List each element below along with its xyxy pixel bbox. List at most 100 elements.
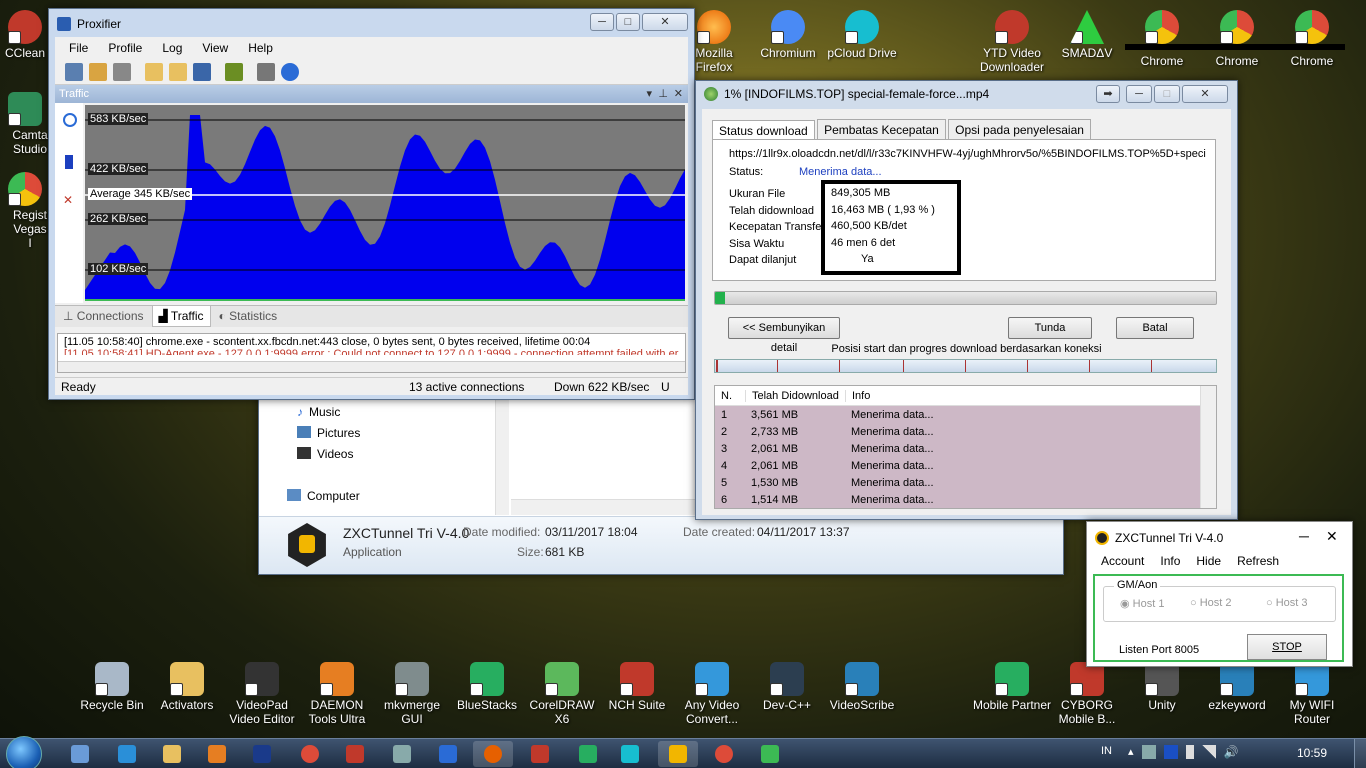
panel-close-icon[interactable]: ✕ bbox=[674, 85, 683, 103]
tray-volume-icon[interactable]: 🔊 bbox=[1224, 745, 1239, 759]
toolbar-open-profile-icon[interactable] bbox=[169, 62, 187, 81]
proxifier-maximize-button[interactable]: □ bbox=[616, 13, 640, 31]
taskbar-photoshop-button[interactable] bbox=[242, 741, 282, 767]
refresh-icon[interactable] bbox=[63, 113, 77, 127]
idm-arrow-button[interactable]: ➡ bbox=[1096, 85, 1120, 103]
nav-item-pictures[interactable]: Pictures bbox=[297, 426, 360, 440]
taskbar-idm-button[interactable] bbox=[568, 741, 608, 767]
desktop-icon-cyborg[interactable]: CYBORG Mobile B... bbox=[1047, 662, 1127, 726]
taskbar-chrome-button[interactable] bbox=[704, 741, 744, 767]
desktop-icon-videopad[interactable]: VideoPad Video Editor bbox=[222, 662, 302, 726]
tray-monitor-icon[interactable] bbox=[1163, 745, 1178, 759]
desktop-icon-pcloud[interactable]: pCloud Drive bbox=[822, 10, 902, 60]
table-row[interactable]: 6 1,514 MB Menerima data... bbox=[715, 491, 1200, 508]
show-desktop-button[interactable] bbox=[1354, 739, 1366, 768]
taskbar-pcloud-button[interactable] bbox=[610, 741, 650, 767]
panel-dropdown-icon[interactable]: ▾ bbox=[646, 85, 652, 103]
desktop-icon-chrome-1[interactable]: Chrome bbox=[1122, 10, 1202, 68]
taskbar-folder-button[interactable] bbox=[152, 741, 192, 767]
zxc-menu-info[interactable]: Info bbox=[1160, 554, 1180, 572]
tray-network-icon[interactable] bbox=[1141, 745, 1156, 759]
toolbar-log-icon[interactable] bbox=[225, 62, 243, 81]
taskbar-globe-button[interactable] bbox=[750, 741, 790, 767]
desktop-icon-any-video-converter[interactable]: Any Video Convert... bbox=[672, 662, 752, 726]
idm-minimize-button[interactable]: ─ bbox=[1126, 85, 1152, 103]
desktop-icon-recycle-bin[interactable]: Recycle Bin bbox=[72, 662, 152, 712]
host1-radio[interactable]: ◉ Host 1 bbox=[1120, 597, 1164, 610]
desktop-icon-wifi-router[interactable]: My WIFI Router bbox=[1272, 662, 1352, 726]
proxifier-close-button[interactable]: ✕ bbox=[642, 13, 688, 31]
menu-log[interactable]: Log bbox=[162, 41, 182, 55]
desktop-icon-coreldraw[interactable]: CorelDRAW X6 bbox=[522, 662, 602, 726]
tab-completion-options[interactable]: Opsi pada penyelesaian bbox=[948, 119, 1091, 140]
desktop-icon-daemon-tools[interactable]: DAEMON Tools Ultra bbox=[297, 662, 377, 726]
taskbar-zxc-button[interactable] bbox=[520, 741, 560, 767]
zxc-minimize-button[interactable]: ─ bbox=[1299, 528, 1309, 544]
nav-scrollbar[interactable] bbox=[495, 393, 509, 515]
hide-details-button[interactable]: << Sembunyikan detail bbox=[728, 317, 840, 354]
desktop-icon-devcpp[interactable]: Dev-C++ bbox=[747, 662, 827, 712]
tab-statistics[interactable]: ◐ Statistics bbox=[211, 306, 286, 327]
desktop-icon-mobile-partner[interactable]: Mobile Partner bbox=[972, 662, 1052, 712]
table-row[interactable]: 1 3,561 MB Menerima data... bbox=[715, 406, 1200, 423]
menu-profile[interactable]: Profile bbox=[108, 41, 142, 55]
desktop-icon-chrome-2[interactable]: Chrome bbox=[1197, 10, 1277, 68]
desktop-icon-chrome-3[interactable]: Chrome bbox=[1272, 10, 1352, 68]
toolbar-rules-icon[interactable] bbox=[89, 62, 107, 81]
tab-connections[interactable]: ⊥ Connections bbox=[55, 306, 152, 327]
taskbar-zxctunnel-button[interactable] bbox=[658, 741, 698, 767]
tray-signal-icon[interactable] bbox=[1201, 745, 1216, 759]
table-row[interactable]: 4 2,061 MB Menerima data... bbox=[715, 457, 1200, 474]
table-row[interactable]: 5 1,530 MB Menerima data... bbox=[715, 474, 1200, 491]
stop-button[interactable]: STOP bbox=[1247, 634, 1327, 660]
toolbar-save-icon[interactable] bbox=[193, 62, 211, 81]
taskbar-network-button[interactable] bbox=[382, 741, 422, 767]
nav-item-music[interactable]: ♪ Music bbox=[297, 405, 340, 419]
proxifier-minimize-button[interactable]: ─ bbox=[590, 13, 614, 31]
table-scrollbar[interactable] bbox=[1200, 386, 1216, 508]
taskbar-zxc-button[interactable] bbox=[335, 741, 375, 767]
zxc-titlebar[interactable]: ZXCTunnel Tri V-4.0 ─ ✕ bbox=[1087, 522, 1352, 554]
zxc-menu-refresh[interactable]: Refresh bbox=[1237, 554, 1279, 572]
toolbar-proxy-icon[interactable] bbox=[113, 62, 131, 81]
cancel-button[interactable]: Batal bbox=[1116, 317, 1194, 339]
desktop-icon-nch[interactable]: NCH Suite bbox=[597, 662, 677, 712]
desktop-icon-videoscribe[interactable]: VideoScribe bbox=[822, 662, 902, 712]
toolbar-print-icon[interactable] bbox=[257, 62, 275, 81]
taskbar-firefox-button[interactable] bbox=[473, 741, 513, 767]
host2-radio[interactable]: ○ Host 2 bbox=[1190, 597, 1232, 609]
zxc-menu-account[interactable]: Account bbox=[1101, 554, 1144, 572]
taskbar-chrome-button[interactable] bbox=[290, 741, 330, 767]
desktop-icon-ezkeyword[interactable]: ezkeyword bbox=[1197, 662, 1277, 712]
toolbar-connections-icon[interactable] bbox=[65, 62, 83, 81]
idm-maximize-button[interactable]: □ bbox=[1154, 85, 1180, 103]
taskbar-ie-button[interactable] bbox=[107, 741, 147, 767]
pause-button[interactable]: Tunda bbox=[1008, 317, 1092, 339]
language-indicator[interactable]: IN bbox=[1101, 745, 1112, 757]
taskbar-explorer-button[interactable] bbox=[60, 741, 100, 767]
desktop-icon-mkvmerge[interactable]: mkvmerge GUI bbox=[372, 662, 452, 726]
zxc-menu-hide[interactable]: Hide bbox=[1196, 554, 1221, 572]
nav-item-computer[interactable]: Computer bbox=[287, 489, 360, 503]
desktop-icon-chromium[interactable]: Chromium bbox=[748, 10, 828, 60]
tab-status-download[interactable]: Status download bbox=[712, 120, 815, 141]
table-row[interactable]: 2 2,733 MB Menerima data... bbox=[715, 423, 1200, 440]
download-arrow-icon[interactable] bbox=[65, 155, 73, 169]
desktop-icon-folder[interactable]: Activators bbox=[147, 662, 227, 712]
clock[interactable]: 10:59 bbox=[1297, 746, 1327, 760]
desktop-icon-smadav[interactable]: SMADΔV bbox=[1047, 10, 1127, 60]
tab-traffic[interactable]: ▟ Traffic bbox=[151, 306, 211, 327]
clear-icon[interactable]: ✕ bbox=[63, 193, 73, 207]
nav-item-videos[interactable]: Videos bbox=[297, 447, 353, 461]
table-row[interactable]: 3 2,061 MB Menerima data... bbox=[715, 440, 1200, 457]
taskbar-media-button[interactable] bbox=[197, 741, 237, 767]
menu-view[interactable]: View bbox=[202, 41, 228, 55]
tray-battery-icon[interactable] bbox=[1185, 745, 1194, 759]
tab-speed-limit[interactable]: Pembatas Kecepatan bbox=[817, 119, 946, 140]
proxifier-log[interactable]: [11.05 10:58:40] chrome.exe - scontent.x… bbox=[57, 333, 686, 373]
desktop-icon-bluestacks[interactable]: BlueStacks bbox=[447, 662, 527, 712]
toolbar-help-icon[interactable] bbox=[281, 62, 299, 81]
desktop-icon-unity[interactable]: Unity bbox=[1122, 662, 1202, 712]
desktop-icon-ytd[interactable]: YTD Video Downloader bbox=[972, 10, 1052, 74]
start-button[interactable] bbox=[6, 736, 42, 768]
